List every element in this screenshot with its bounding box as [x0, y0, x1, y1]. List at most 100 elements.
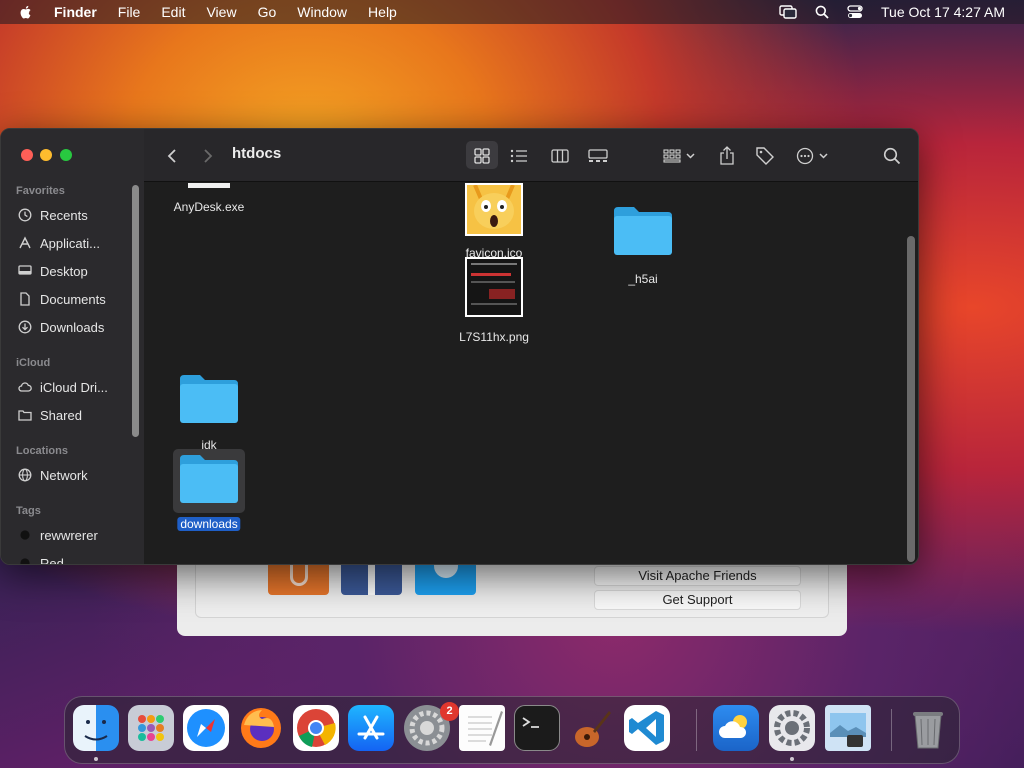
close-button[interactable] [21, 149, 33, 161]
facebook-icon[interactable] [341, 560, 402, 595]
globe-icon [18, 468, 32, 482]
cloud-icon [18, 382, 32, 392]
sidebar-item-shared[interactable]: Shared [18, 404, 133, 426]
dock-finder-icon[interactable] [73, 705, 119, 751]
get-support-button[interactable]: Get Support [594, 590, 801, 610]
dock-weather-icon[interactable] [713, 705, 759, 751]
tags-button[interactable] [753, 144, 777, 168]
finder-window[interactable]: Favorites Recents Applicati... Desktop D… [0, 128, 919, 565]
menu-view[interactable]: View [206, 4, 236, 20]
file-name-label: L7S11hx.png [459, 330, 529, 344]
dock-chrome-icon[interactable] [293, 705, 339, 751]
spotlight-search-icon[interactable] [815, 5, 829, 19]
screen-mirroring-icon[interactable] [779, 5, 797, 19]
download-icon [18, 320, 32, 334]
xampp-logo-icon[interactable] [268, 560, 329, 595]
menu-window[interactable]: Window [297, 4, 347, 20]
twitter-icon[interactable] [415, 560, 476, 595]
background-app-window[interactable]: Visit Apache Friends Get Support [177, 560, 847, 636]
file-item-anydesk[interactable]: AnyDesk.exe [164, 183, 254, 219]
dock [64, 696, 960, 764]
finder-sidebar: Favorites Recents Applicati... Desktop D… [1, 129, 144, 565]
sidebar-item-label: Recents [40, 207, 88, 223]
sidebar-item-label: Desktop [40, 263, 88, 279]
desktop-icon [18, 265, 32, 275]
file-item-favicon[interactable]: favicon.ico [449, 183, 539, 260]
favorites-header: Favorites [16, 185, 65, 197]
list-icon [510, 149, 527, 163]
sidebar-item-label: Downloads [40, 319, 105, 335]
minimize-button[interactable] [40, 149, 52, 161]
group-by-button[interactable] [660, 144, 700, 168]
document-icon [20, 292, 30, 306]
sidebar-item-documents[interactable]: Documents [18, 288, 133, 310]
menu-edit[interactable]: Edit [161, 4, 185, 20]
sidebar-item-label: Applicati... [40, 235, 100, 251]
sidebar-item-label: Network [40, 467, 88, 483]
chevron-left-icon [167, 149, 176, 163]
tag-icon [756, 147, 774, 165]
sidebar-item-label: Shared [40, 407, 82, 423]
search-button[interactable] [880, 144, 904, 168]
icon-view-button[interactable] [470, 144, 494, 168]
sidebar-item-applications[interactable]: Applicati... [18, 232, 133, 254]
shared-folder-icon [18, 410, 32, 421]
applications-icon [19, 236, 31, 249]
sidebar-item-tag-red[interactable]: Red [18, 552, 133, 565]
visit-apache-friends-button[interactable]: Visit Apache Friends [594, 566, 801, 586]
sidebar-scrollbar[interactable] [132, 185, 139, 437]
menu-help[interactable]: Help [368, 4, 397, 20]
forward-button[interactable] [196, 144, 220, 168]
dock-terminal-icon[interactable] [514, 705, 560, 751]
menu-go[interactable]: Go [258, 4, 277, 20]
apple-icon[interactable] [18, 4, 34, 20]
finder-running-indicator [94, 757, 98, 761]
file-item-downloads[interactable]: downloads [164, 445, 254, 539]
share-button[interactable] [715, 144, 739, 168]
sidebar-item-label: Red [40, 555, 64, 565]
window-title: htdocs [232, 145, 282, 162]
sidebar-item-network[interactable]: Network [18, 464, 133, 486]
menu-app-name[interactable]: Finder [54, 4, 97, 20]
dock-separator [696, 709, 697, 751]
sidebar-item-tag-rewwrerer[interactable]: rewwrerer [18, 524, 133, 546]
ellipsis-circle-icon [796, 147, 828, 165]
dock-app-store-icon[interactable] [348, 705, 394, 751]
back-button[interactable] [160, 144, 184, 168]
grid-icon [474, 148, 490, 164]
dock-launchpad-icon[interactable] [128, 705, 174, 751]
file-item-l7s11hx[interactable]: L7S11hx.png [449, 257, 539, 344]
file-name-label: _h5ai [628, 272, 658, 286]
list-view-button[interactable] [507, 144, 531, 168]
menu-file[interactable]: File [118, 4, 141, 20]
sidebar-item-icloud-drive[interactable]: iCloud Dri... [18, 376, 133, 398]
sidebar-item-recents[interactable]: Recents [18, 204, 133, 226]
file-browser-content[interactable]: AnyDesk.exe favicon.ico _h5ai L7S11hx.pn… [144, 183, 918, 564]
dock-garageband-icon[interactable] [569, 705, 615, 751]
sidebar-item-desktop[interactable]: Desktop [18, 260, 133, 282]
menu-clock[interactable]: Tue Oct 17 4:27 AM [881, 4, 1005, 20]
background-window-panel: Visit Apache Friends Get Support [195, 560, 829, 618]
file-item-h5ai[interactable]: _h5ai [598, 205, 688, 286]
column-view-button[interactable] [548, 144, 572, 168]
dock-textedit-icon[interactable] [459, 705, 505, 751]
dock-separator [891, 709, 892, 751]
dock-firefox-icon[interactable] [238, 705, 284, 751]
dock-trash-icon[interactable] [905, 705, 951, 751]
icloud-header: iCloud [16, 357, 51, 369]
dock-vscode-icon[interactable] [624, 705, 670, 751]
zoom-button[interactable] [60, 149, 72, 161]
dock-preview-icon[interactable] [825, 705, 871, 751]
chevron-right-icon [204, 149, 213, 163]
tag-dot-icon [20, 558, 30, 564]
control-center-icon[interactable] [847, 5, 863, 19]
sidebar-item-label: rewwrerer [40, 527, 98, 543]
sidebar-item-downloads[interactable]: Downloads [18, 316, 133, 338]
folder-icon [614, 207, 672, 255]
more-actions-button[interactable] [796, 144, 832, 168]
dock-system-settings-icon[interactable] [769, 705, 815, 751]
gallery-view-button[interactable] [586, 144, 610, 168]
notification-badge: 2 [440, 702, 459, 721]
content-scrollbar[interactable] [907, 236, 915, 562]
dock-safari-icon[interactable] [183, 705, 229, 751]
